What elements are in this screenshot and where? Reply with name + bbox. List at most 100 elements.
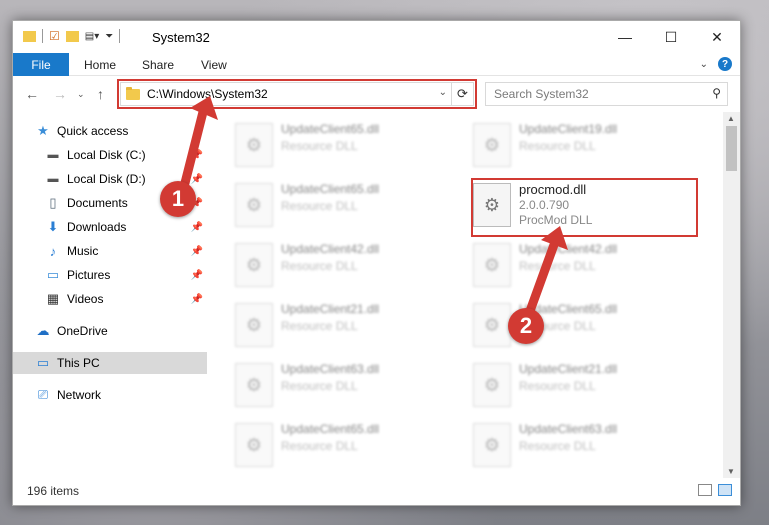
cloud-icon: ☁ (36, 323, 50, 338)
large-icons-view-icon[interactable] (718, 484, 732, 496)
navigation-pane: ★ Quick access ▬ Local Disk (C:) 📌 ▬ Loc… (13, 112, 209, 478)
file-name: UpdateClient42.dll (519, 242, 618, 256)
file-name: UpdateClient65.dll (281, 182, 380, 196)
sidebar-item-label: OneDrive (57, 324, 108, 338)
scroll-up-icon[interactable]: ▲ (727, 114, 735, 123)
gear-file-icon: ⚙ (235, 423, 273, 467)
gear-file-icon: ⚙ (235, 303, 273, 347)
sidebar-item-downloads[interactable]: ⬇ Downloads 📌 (45, 216, 207, 238)
sidebar-item-quick-access[interactable]: ★ Quick access (35, 120, 207, 142)
sidebar-item-label: Downloads (67, 220, 127, 234)
file-item[interactable]: ⚙ UpdateClient42.dll Resource DLL (235, 240, 465, 294)
tab-share[interactable]: Share (142, 58, 174, 72)
sidebar-item-label: Local Disk (D:) (67, 172, 146, 186)
status-bar: 196 items (13, 477, 740, 505)
file-item[interactable]: ⚙ UpdateClient65.dll Resource DLL (235, 120, 465, 174)
sidebar-item-pictures[interactable]: ▭ Pictures 📌 (45, 264, 207, 286)
pin-icon[interactable]: 📌 (191, 174, 203, 185)
pin-icon[interactable]: 📌 (191, 150, 203, 161)
toolbar-separator (119, 29, 121, 43)
customize-toolbar-icon[interactable]: ▤▾ (85, 31, 99, 42)
sidebar-item-videos[interactable]: ▦ Videos 📌 (45, 288, 207, 310)
pin-icon[interactable]: 📌 (191, 270, 203, 281)
item-count: 196 items (27, 484, 80, 498)
sidebar-item-local-disk-c[interactable]: ▬ Local Disk (C:) 📌 (45, 144, 207, 166)
step-callout-2: 2 (508, 308, 544, 344)
window-controls: — ☐ ✕ (602, 21, 740, 53)
sidebar-item-label: Network (57, 388, 102, 402)
scroll-thumb[interactable] (726, 126, 737, 171)
forward-arrow-icon[interactable]: → (53, 86, 67, 102)
file-description: Resource DLL (281, 319, 358, 333)
tab-view[interactable]: View (201, 58, 227, 72)
gear-file-icon: ⚙ (235, 123, 273, 167)
file-name: UpdateClient65.dll (281, 122, 380, 136)
search-placeholder: Search System32 (494, 87, 589, 101)
view-toggle (698, 484, 732, 496)
scroll-down-icon[interactable]: ▼ (727, 467, 735, 476)
file-item[interactable]: ⚙ UpdateClient65.dll Resource DLL (235, 180, 465, 234)
sidebar-item-label: Quick access (57, 124, 129, 138)
search-input[interactable]: Search System32 ⚲ (485, 82, 728, 106)
file-description: Resource DLL (281, 379, 358, 393)
close-button[interactable]: ✕ (694, 21, 740, 53)
vertical-scrollbar[interactable]: ▲ ▼ (723, 112, 740, 478)
minimize-button[interactable]: — (602, 21, 648, 53)
gear-file-icon: ⚙ (235, 183, 273, 227)
title-bar: ☑ ▤▾ ⏷ System32 — ☐ ✕ (13, 21, 740, 53)
toolbar-separator (42, 29, 43, 43)
file-description: Resource DLL (281, 259, 358, 273)
gear-file-icon: ⚙ (473, 423, 511, 467)
file-item[interactable]: ⚙ UpdateClient63.dll Resource DLL (473, 420, 703, 474)
properties-icon[interactable]: ☑ (49, 29, 60, 43)
drive-icon: ▬ (47, 173, 59, 185)
file-name: UpdateClient65.dll (281, 422, 380, 436)
sidebar-item-label: Videos (67, 292, 104, 306)
maximize-button[interactable]: ☐ (648, 21, 694, 53)
file-item[interactable]: ⚙ UpdateClient19.dll Resource DLL (473, 120, 703, 174)
file-name: UpdateClient19.dll (519, 122, 618, 136)
file-item[interactable]: ⚙ UpdateClient65.dll Resource DLL (235, 420, 465, 474)
sidebar-item-onedrive[interactable]: ☁ OneDrive (35, 320, 207, 342)
file-description: Resource DLL (281, 199, 358, 213)
file-item[interactable]: ⚙ UpdateClient21.dll Resource DLL (235, 300, 465, 354)
pin-icon[interactable]: 📌 (191, 222, 203, 233)
sidebar-item-this-pc[interactable]: ▭ This PC (13, 352, 207, 374)
sidebar-item-music[interactable]: ♪ Music 📌 (45, 240, 207, 262)
navigation-row: ← → ⌄ ↑ C:\Windows\System32 ⌄ ⟳ Search S… (13, 76, 740, 112)
dropdown-arrow-icon[interactable]: ⏷ (105, 31, 113, 42)
file-description: Resource DLL (519, 259, 596, 273)
file-name: UpdateClient63.dll (281, 362, 380, 376)
file-item[interactable]: ⚙ UpdateClient63.dll Resource DLL (235, 360, 465, 414)
download-icon: ⬇ (47, 219, 59, 234)
file-item[interactable]: ⚙ UpdateClient42.dll Resource DLL (473, 240, 703, 294)
file-description: Resource DLL (281, 139, 358, 153)
chevron-down-icon[interactable]: ⌄ (700, 59, 708, 70)
videos-icon: ▦ (46, 291, 60, 306)
gear-file-icon: ⚙ (235, 363, 273, 407)
file-explorer-window: ☑ ▤▾ ⏷ System32 — ☐ ✕ File Home Share Vi… (12, 20, 741, 506)
up-arrow-icon[interactable]: ↑ (97, 86, 104, 102)
gear-file-icon: ⚙ (473, 363, 511, 407)
help-icon[interactable]: ? (718, 57, 732, 71)
file-name: UpdateClient21.dll (519, 362, 618, 376)
pin-icon[interactable]: 📌 (191, 294, 203, 305)
details-view-icon[interactable] (698, 484, 712, 496)
search-icon[interactable]: ⚲ (712, 86, 721, 100)
gear-file-icon: ⚙ (235, 243, 273, 287)
tab-file[interactable]: File (13, 53, 69, 76)
file-description: Resource DLL (519, 439, 596, 453)
pictures-icon: ▭ (46, 267, 60, 282)
new-folder-icon[interactable] (65, 30, 79, 42)
file-list: ⚙ UpdateClient65.dll Resource DLL ⚙ Upda… (223, 112, 723, 478)
window-title: System32 (152, 30, 210, 45)
gear-file-icon: ⚙ (473, 243, 511, 287)
documents-icon: ▯ (49, 195, 57, 210)
file-item[interactable]: ⚙ UpdateClient21.dll Resource DLL (473, 360, 703, 414)
folder-icon (23, 30, 36, 42)
tab-home[interactable]: Home (84, 58, 116, 72)
sidebar-item-network[interactable]: ⎚ Network (35, 384, 207, 406)
back-arrow-icon[interactable]: ← (25, 86, 39, 102)
pin-icon[interactable]: 📌 (191, 246, 203, 257)
recent-locations-icon[interactable]: ⌄ (77, 89, 85, 100)
